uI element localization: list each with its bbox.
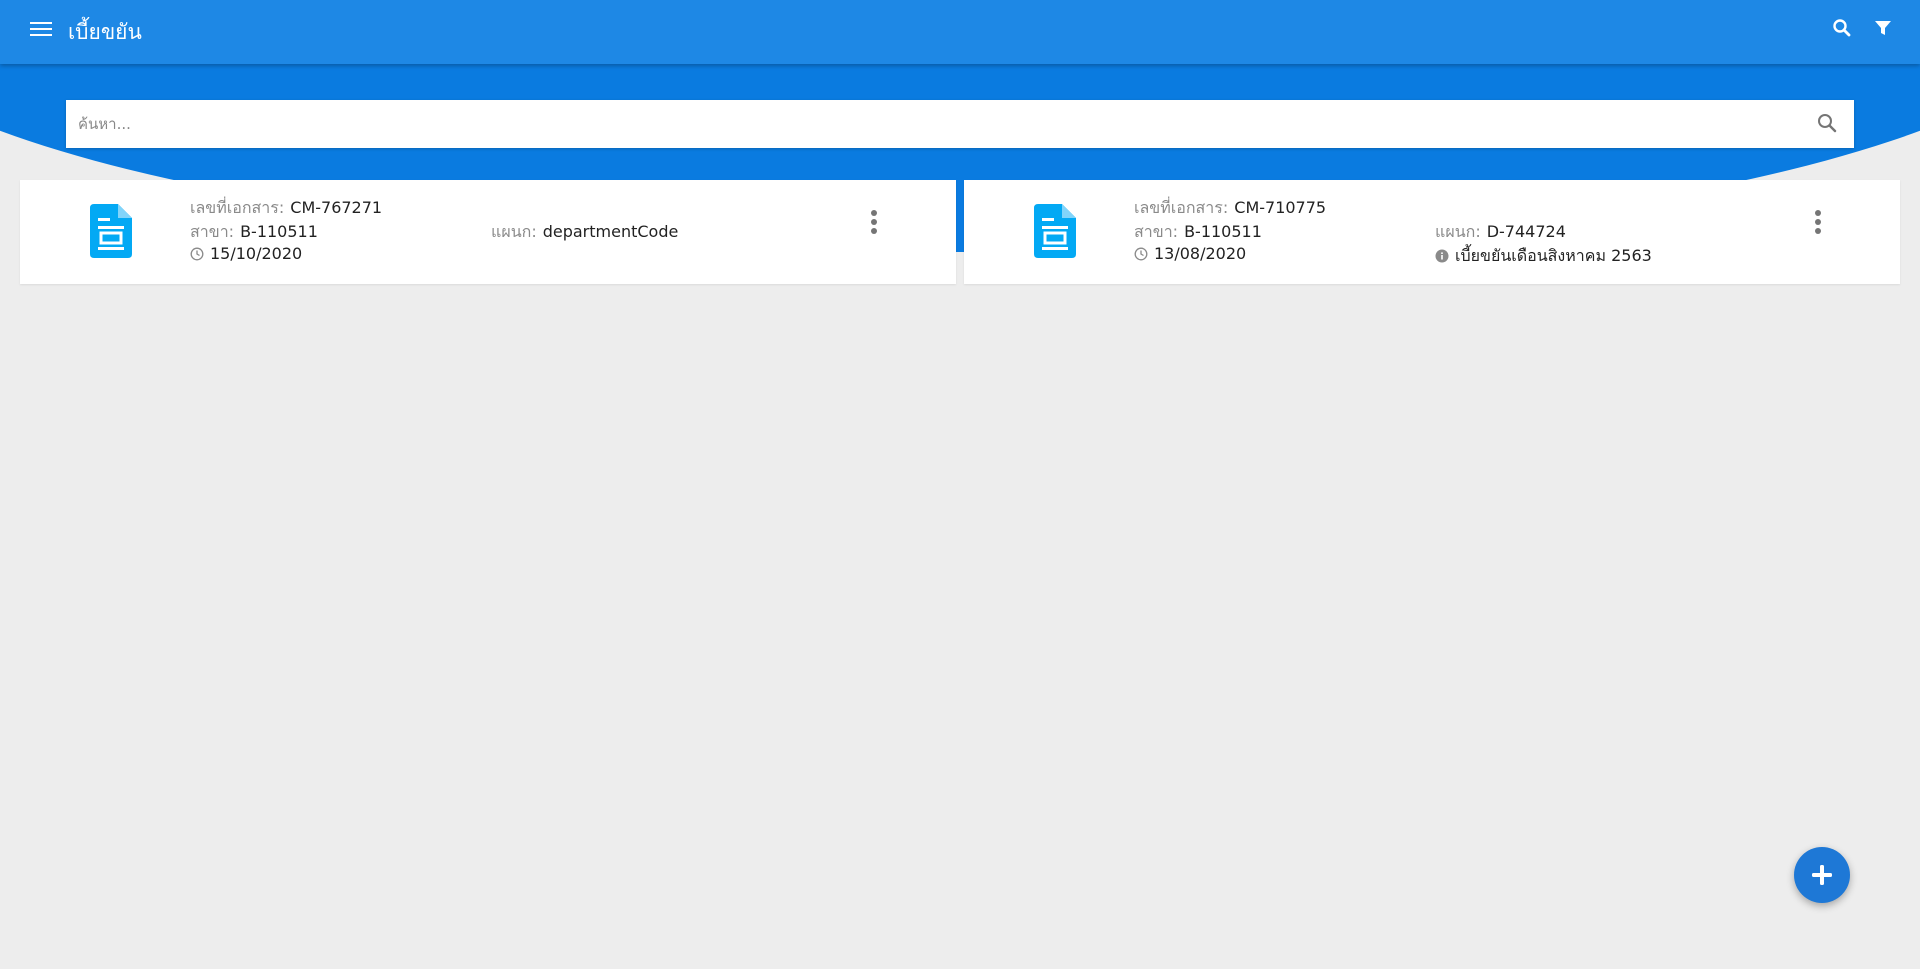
page-title: เบี้ยขยัน [68,20,142,44]
search-input[interactable] [66,100,1796,148]
date-value: 13/08/2020 [1154,244,1247,263]
plus-icon [1812,865,1832,885]
menu-icon[interactable] [30,20,58,44]
branch-label: สาขา: [190,222,235,241]
department-label: แผนก: [1435,222,1481,241]
filter-icon[interactable] [1873,18,1901,46]
doc-number-label: เลขที่เอกสาร: [1134,198,1229,217]
search-icon[interactable] [1816,112,1840,136]
document-icon [90,204,132,258]
more-options-icon[interactable] [1808,208,1828,238]
department-value: departmentCode [542,222,679,241]
branch-label: สาขา: [1134,222,1179,241]
search-bar [66,100,1854,148]
info-icon [1435,248,1449,267]
branch-value: B-110511 [1184,222,1262,241]
department-label: แผนก: [491,222,537,241]
app-bar: เบี้ยขยัน [0,0,1920,64]
branch-value: B-110511 [240,222,318,241]
doc-number: CM-767271 [290,198,383,217]
document-card[interactable]: เลขที่เอกสาร: CM-767271 สาขา: B-110511 แผน… [20,180,956,284]
doc-number: CM-710775 [1234,198,1327,217]
clock-icon [1134,246,1148,265]
clock-icon [190,246,204,265]
more-options-icon[interactable] [864,208,884,238]
document-icon [1034,204,1076,258]
add-button[interactable] [1794,847,1850,903]
search-icon[interactable] [1832,18,1860,46]
doc-number-label: เลขที่เอกสาร: [190,198,285,217]
date-value: 15/10/2020 [210,244,303,263]
department-value: D-744724 [1486,222,1566,241]
note-value: เบี้ยขยันเดือนสิงหาคม 2563 [1455,246,1652,265]
document-card[interactable]: เลขที่เอกสาร: CM-710775 สาขา: B-110511 แผน… [964,180,1900,284]
